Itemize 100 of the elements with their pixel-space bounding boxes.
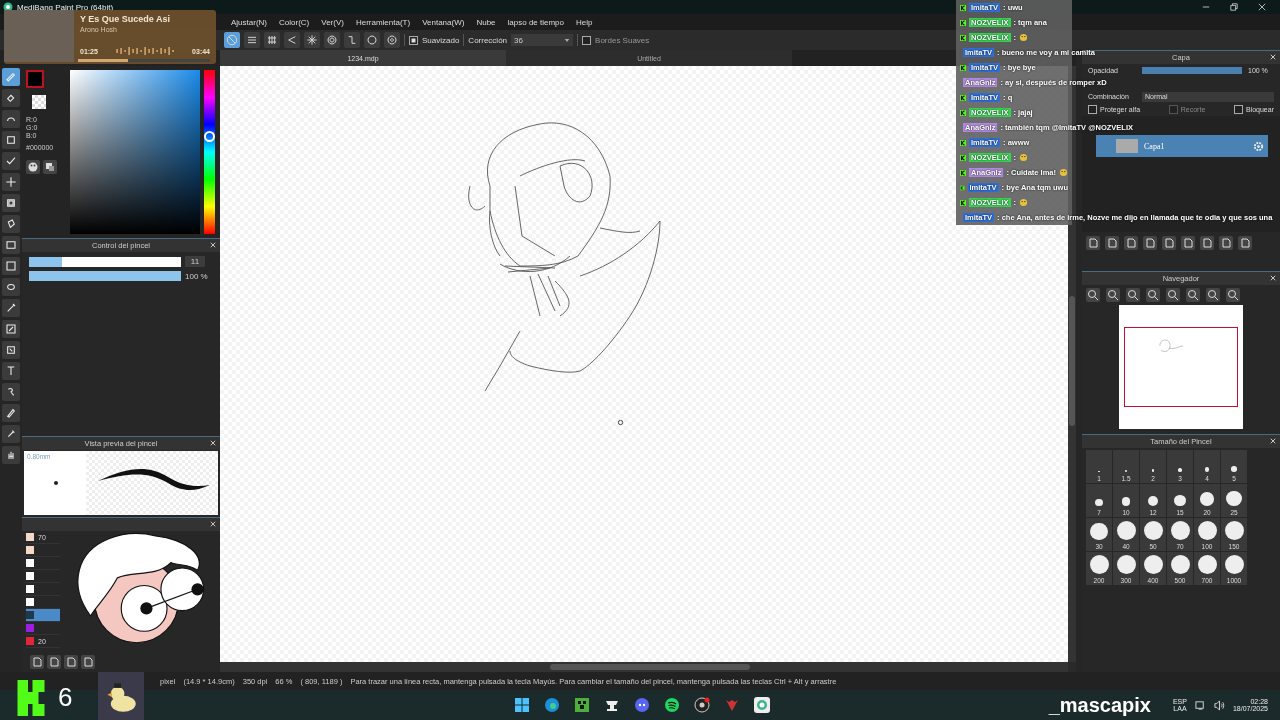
chat-app-icon[interactable]	[634, 697, 650, 713]
menu-item[interactable]: Nube	[476, 17, 496, 27]
tool-button[interactable]	[2, 215, 20, 233]
tool-button[interactable]	[2, 173, 20, 191]
layer-tool-icon[interactable]	[1238, 236, 1252, 250]
minimize-icon[interactable]	[1202, 3, 1210, 11]
tool-button[interactable]	[2, 446, 20, 464]
close-icon[interactable]	[210, 440, 216, 446]
palette-tool-icon[interactable]	[30, 655, 44, 669]
close-icon[interactable]	[1270, 54, 1276, 60]
layer-tool-icon[interactable]	[1200, 236, 1214, 250]
horizontal-scrollbar[interactable]	[220, 662, 1068, 672]
tool-button[interactable]	[2, 278, 20, 296]
zoom-tool-icon[interactable]	[1146, 288, 1160, 302]
tool-button[interactable]	[2, 131, 20, 149]
palette-icon[interactable]	[26, 160, 40, 174]
layer-tool-icon[interactable]	[1219, 236, 1233, 250]
emote-icon	[1059, 168, 1068, 177]
paint-app-icon[interactable]	[754, 697, 770, 713]
tool-button[interactable]	[2, 425, 20, 443]
palette-tool-icon[interactable]	[81, 655, 95, 669]
badge-icon	[960, 184, 965, 191]
layer-tool-icon[interactable]	[1105, 236, 1119, 250]
hue-slider-thumb[interactable]	[204, 131, 215, 143]
palette-tool-icon[interactable]	[47, 655, 61, 669]
brush-size-slider[interactable]	[29, 256, 181, 267]
close-icon[interactable]	[1270, 438, 1276, 444]
checkbox[interactable]	[582, 35, 592, 45]
layer-opacity-slider[interactable]	[1142, 67, 1242, 74]
palette-item[interactable]	[26, 544, 60, 557]
tool-icon	[5, 92, 17, 104]
brush-opacity-slider[interactable]	[29, 271, 181, 281]
viewport-frame[interactable]	[1124, 327, 1238, 407]
zoom-tool-icon[interactable]	[1086, 288, 1100, 302]
close-icon[interactable]	[210, 521, 216, 527]
zoom-tool-icon[interactable]	[1206, 288, 1220, 302]
record-app-icon[interactable]	[694, 697, 710, 713]
tool-button[interactable]	[2, 194, 20, 212]
restore-icon[interactable]	[1230, 3, 1238, 11]
palette-item[interactable]	[26, 570, 60, 583]
menu-item[interactable]: Color(C)	[279, 17, 310, 27]
tool-button[interactable]	[2, 257, 20, 275]
tool-button[interactable]	[2, 236, 20, 254]
tool-button[interactable]	[2, 320, 20, 338]
cursor-icon	[617, 419, 624, 426]
tool-icon	[5, 386, 17, 398]
browser-icon[interactable]	[544, 697, 560, 713]
tool-button[interactable]	[2, 152, 20, 170]
music-app-icon[interactable]	[664, 697, 680, 713]
creeper-icon[interactable]	[574, 697, 590, 713]
menu-item[interactable]: Ver(V)	[321, 17, 344, 27]
layer-tool-icon[interactable]	[1181, 236, 1195, 250]
layer-tool-icon[interactable]	[1124, 236, 1138, 250]
checkbox[interactable]	[1088, 105, 1097, 114]
layer-row[interactable]: Capa1	[1096, 135, 1268, 157]
tool-button[interactable]	[2, 110, 20, 128]
tool-button[interactable]	[2, 383, 20, 401]
tool-button[interactable]	[2, 362, 20, 380]
close-icon[interactable]	[210, 242, 216, 248]
speaker-icon[interactable]	[1213, 699, 1225, 711]
zoom-tool-icon[interactable]	[1226, 288, 1240, 302]
menu-item[interactable]: Ventana(W)	[422, 17, 465, 27]
foreground-color-swatch[interactable]	[26, 70, 44, 88]
windows-start-icon[interactable]	[514, 697, 530, 713]
close-icon[interactable]	[1270, 275, 1276, 281]
color-gradient-picker[interactable]	[70, 70, 200, 234]
tool-button[interactable]	[2, 341, 20, 359]
correction-dropdown[interactable]: 36	[511, 34, 574, 46]
close-icon[interactable]	[1258, 3, 1266, 11]
brush-size-value[interactable]: 11	[185, 256, 205, 267]
menu-item[interactable]: Herramienta(T)	[355, 17, 411, 27]
network-icon[interactable]	[1194, 699, 1206, 711]
palette-tool-icon[interactable]	[64, 655, 78, 669]
layer-tool-icon[interactable]	[1086, 236, 1100, 250]
color-layers-icon[interactable]	[43, 160, 57, 174]
layer-thumbnail	[1116, 139, 1138, 153]
menu-item[interactable]: lapso de tiempo	[507, 17, 564, 27]
palette-item[interactable]	[26, 557, 60, 570]
tool-button[interactable]	[2, 299, 20, 317]
layer-tool-icon[interactable]	[1162, 236, 1176, 250]
tool-button[interactable]	[2, 89, 20, 107]
zoom-tool-icon[interactable]	[1166, 288, 1180, 302]
shield-app-icon[interactable]	[724, 697, 740, 713]
navigator-preview[interactable]	[1119, 305, 1243, 429]
zoom-tool-icon[interactable]	[1186, 288, 1200, 302]
checkbox[interactable]	[1233, 105, 1243, 114]
layer-tool-icon[interactable]	[1143, 236, 1157, 250]
menu-item[interactable]: Ajustar(N)	[231, 17, 267, 27]
badge-icon	[960, 199, 966, 206]
tool-icon	[5, 176, 17, 188]
palette-item[interactable]	[26, 583, 60, 596]
zoom-tool-icon[interactable]	[1106, 288, 1120, 302]
background-color-swatch[interactable]	[32, 95, 46, 109]
gear-icon[interactable]	[1253, 140, 1264, 152]
hue-slider[interactable]	[204, 70, 215, 234]
emote-icon	[1019, 153, 1028, 162]
tool-button[interactable]	[2, 404, 20, 422]
checkbox[interactable]	[409, 35, 418, 45]
menu-item[interactable]: Help	[576, 17, 593, 27]
zoom-tool-icon[interactable]	[1126, 288, 1140, 302]
